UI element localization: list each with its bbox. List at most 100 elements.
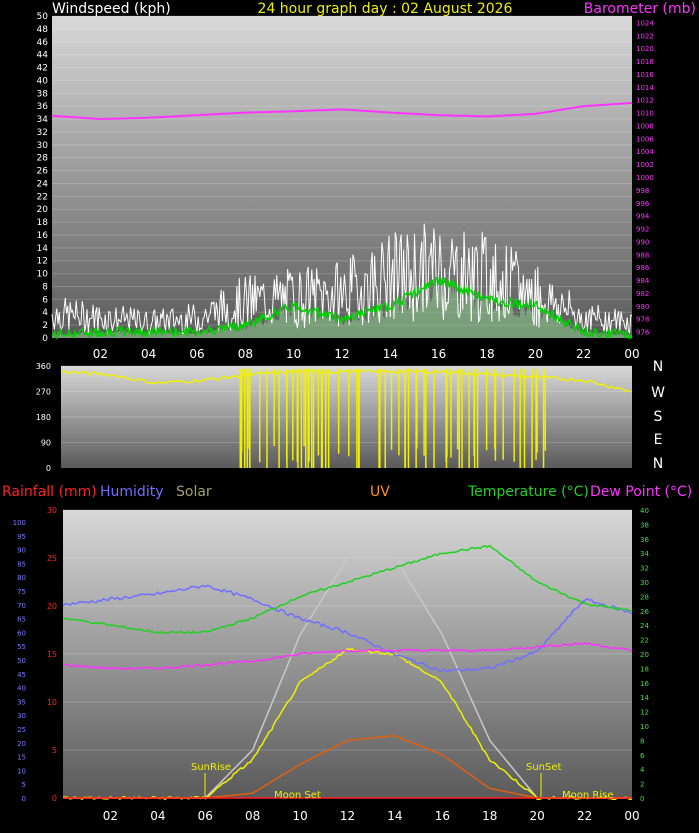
humidity-axis-tick: 40 xyxy=(17,685,26,693)
legend-dewpoint: Dew Point (°C) xyxy=(590,484,692,500)
wind-axis-tick: 44 xyxy=(37,51,49,61)
humidity-axis-tick: 55 xyxy=(17,643,26,651)
wind-plot-area xyxy=(52,16,632,338)
rain-axis-tick: 5 xyxy=(52,746,57,755)
wind-axis-title: Windspeed (kph) xyxy=(52,1,171,17)
wind-axis-tick: 18 xyxy=(37,218,49,228)
humidity-axis-tick: 90 xyxy=(17,547,26,555)
wind-x-tick: 14 xyxy=(383,347,398,361)
barometer-axis-tick: 988 xyxy=(636,251,649,259)
temperature-axis-tick: 14 xyxy=(640,694,649,702)
compass-label: S xyxy=(654,409,663,425)
humidity-axis-tick: 70 xyxy=(17,602,26,610)
temperature-axis-tick: 32 xyxy=(640,565,649,573)
humidity-axis-tick: 15 xyxy=(17,754,26,762)
temperature-axis-tick: 8 xyxy=(640,737,644,745)
barometer-axis-tick: 1008 xyxy=(636,122,654,130)
direction-axis-tick: 270 xyxy=(36,388,51,397)
humidity-axis-tick: 85 xyxy=(17,560,26,568)
barometer-axis-tick: 980 xyxy=(636,303,649,311)
wind-axis-tick: 48 xyxy=(37,25,49,35)
legend-uv: UV xyxy=(370,484,390,500)
humidity-axis-tick: 10 xyxy=(17,767,26,775)
barometer-axis-tick: 1018 xyxy=(636,58,654,66)
sunset-label: SunSet xyxy=(526,762,562,773)
compass-label: N xyxy=(653,456,663,472)
composite-x-tick: 10 xyxy=(292,809,307,823)
barometer-axis-tick: 1022 xyxy=(636,32,654,40)
composite-x-tick: 22 xyxy=(577,809,592,823)
wind-x-tick: 02 xyxy=(93,347,108,361)
humidity-axis-tick: 30 xyxy=(17,712,26,720)
wind-axis-tick: 0 xyxy=(42,334,48,344)
compass-label: E xyxy=(654,432,663,448)
barometer-axis-tick: 1024 xyxy=(636,19,654,27)
barometer-axis-tick: 996 xyxy=(636,200,650,208)
wind-axis-tick: 8 xyxy=(42,282,48,292)
wind-x-tick: 20 xyxy=(528,347,543,361)
legend-rainfall: Rainfall (mm) xyxy=(2,484,97,500)
temperature-axis-tick: 36 xyxy=(640,536,649,544)
weather-charts: Windspeed (kph) 24 hour graph day : 02 A… xyxy=(2,1,696,823)
humidity-axis-tick: 60 xyxy=(17,629,26,637)
wind-axis-tick: 28 xyxy=(37,154,49,164)
barometer-axis-tick: 984 xyxy=(636,277,650,285)
wind-axis-tick: 12 xyxy=(37,257,48,267)
barometer-axis-tick: 990 xyxy=(636,238,649,246)
humidity-axis-tick: 75 xyxy=(17,588,26,596)
direction-axis-tick: 0 xyxy=(46,464,51,473)
sunrise-label: SunRise xyxy=(191,762,231,773)
wind-axis-tick: 16 xyxy=(37,231,49,241)
humidity-axis-tick: 0 xyxy=(22,795,26,803)
barometer-axis-tick: 1002 xyxy=(636,161,654,169)
temperature-axis-tick: 10 xyxy=(640,723,649,731)
wind-axis-tick: 24 xyxy=(37,179,49,189)
humidity-axis-tick: 45 xyxy=(17,671,26,679)
wind-x-tick: 10 xyxy=(286,347,301,361)
humidity-axis-tick: 25 xyxy=(17,726,26,734)
barometer-axis-tick: 976 xyxy=(636,329,650,337)
composite-x-tick: 08 xyxy=(245,809,260,823)
wind-axis-tick: 26 xyxy=(37,167,49,177)
temperature-axis-tick: 2 xyxy=(640,781,644,789)
moonrise-label: Moon Rise xyxy=(562,790,613,801)
wind-axis-tick: 32 xyxy=(37,128,48,138)
weather-graph-page: Windspeed (kph) 24 hour graph day : 02 A… xyxy=(0,0,699,833)
moonset-label: Moon Set xyxy=(274,790,321,801)
temperature-axis-tick: 16 xyxy=(640,680,649,688)
barometer-axis-tick: 1014 xyxy=(636,84,654,92)
barometer-axis-tick: 1012 xyxy=(636,97,654,105)
humidity-axis-tick: 35 xyxy=(17,698,26,706)
composite-x-tick: 20 xyxy=(530,809,545,823)
temperature-axis-tick: 26 xyxy=(640,608,649,616)
wind-axis-tick: 46 xyxy=(37,38,49,48)
legend-temperature: Temperature (°C) xyxy=(467,484,589,500)
wind-axis-tick: 34 xyxy=(37,115,49,125)
wind-x-tick: 22 xyxy=(576,347,591,361)
barometer-axis-tick: 978 xyxy=(636,316,649,324)
composite-x-tick: 06 xyxy=(198,809,213,823)
rain-axis-tick: 0 xyxy=(52,794,57,803)
wind-x-tick: 08 xyxy=(238,347,253,361)
composite-x-tick: 14 xyxy=(387,809,402,823)
wind-x-tick: 16 xyxy=(431,347,446,361)
wind-axis-tick: 22 xyxy=(37,192,48,202)
direction-axis-tick: 90 xyxy=(41,439,51,448)
temperature-axis-tick: 24 xyxy=(640,622,649,630)
humidity-axis-tick: 5 xyxy=(22,781,26,789)
composite-x-tick: 00 xyxy=(624,809,639,823)
composite-x-tick: 02 xyxy=(103,809,118,823)
humidity-axis-tick: 100 xyxy=(13,519,26,527)
wind-axis-tick: 20 xyxy=(37,205,49,215)
composite-x-tick: 12 xyxy=(340,809,355,823)
wind-axis-tick: 36 xyxy=(37,102,49,112)
wind-x-tick: 04 xyxy=(141,347,156,361)
legend-solar: Solar xyxy=(176,484,212,500)
rain-axis-tick: 10 xyxy=(47,698,57,707)
barometer-axis-tick: 994 xyxy=(636,213,650,221)
wind-axis-tick: 30 xyxy=(37,141,49,151)
temperature-axis-tick: 28 xyxy=(640,593,649,601)
temperature-axis-tick: 38 xyxy=(640,521,649,529)
barometer-axis-tick: 1006 xyxy=(636,135,654,143)
temperature-axis-tick: 22 xyxy=(640,637,649,645)
